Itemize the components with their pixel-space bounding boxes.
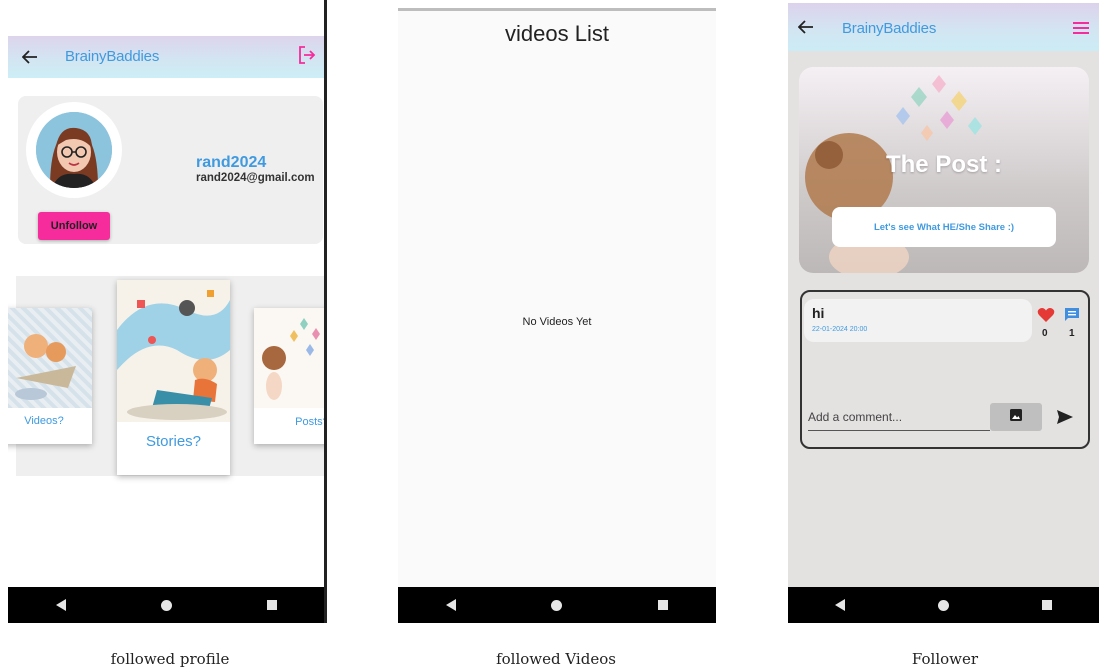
reply-count: 1: [1069, 328, 1075, 339]
comment-date: 22-01-2024 20:00: [812, 326, 868, 333]
caption-followed-videos: followed Videos: [496, 650, 616, 668]
avatar: [26, 102, 122, 198]
page-title: videos List: [505, 21, 609, 46]
followed-videos-screen: videos List No Videos Yet: [398, 8, 716, 623]
nav-back-icon[interactable]: [55, 599, 66, 611]
carousel-card-videos[interactable]: Videos?: [8, 308, 92, 444]
attach-image-button[interactable]: [990, 403, 1042, 431]
app-brand-title: BrainyBaddies: [842, 20, 937, 37]
nav-home-icon[interactable]: [551, 599, 563, 611]
category-carousel: Videos? Stories? Posts?: [8, 276, 327, 476]
comment-input[interactable]: Add a comment...: [808, 405, 990, 431]
logout-icon[interactable]: [295, 42, 319, 68]
back-arrow-icon[interactable]: [18, 45, 42, 69]
caption-follower: Follower: [911, 650, 979, 668]
nav-recent-apps-icon[interactable]: [266, 600, 277, 610]
app-brand-title: BrainyBaddies: [65, 48, 160, 65]
profile-email: rand2024@gmail.com: [196, 172, 315, 184]
post-card: The Post : Let's see What HE/She Share :…: [799, 67, 1089, 273]
post-title: The Post :: [885, 151, 1002, 178]
nav-back-icon[interactable]: [445, 599, 456, 611]
profile-username: rand2024: [196, 154, 267, 171]
app-bar: BrainyBaddies: [788, 3, 1099, 51]
back-arrow-icon[interactable]: [794, 15, 818, 39]
system-nav-bar: [398, 587, 716, 623]
carousel-card-stories[interactable]: Stories?: [117, 280, 230, 475]
unfollow-button[interactable]: Unfollow: [38, 212, 110, 240]
nav-recent-apps-icon[interactable]: [1042, 600, 1053, 610]
nav-recent-apps-icon[interactable]: [658, 600, 669, 610]
system-nav-bar: [788, 587, 1099, 623]
image-icon: [1010, 408, 1022, 426]
comment-icon[interactable]: [1062, 305, 1082, 325]
carousel-card-posts[interactable]: Posts?: [254, 308, 327, 444]
heart-icon[interactable]: [1036, 306, 1056, 324]
stories-illustration: [117, 280, 230, 422]
nav-home-icon[interactable]: [937, 599, 949, 611]
carousel-card-label: Videos?: [24, 415, 64, 427]
caption-followed-profile: followed profile: [110, 650, 230, 668]
profile-card: rand2024 rand2024@gmail.com Unfollow: [18, 96, 323, 244]
comment-item: hi 22-01-2024 20:00: [804, 299, 1032, 342]
send-icon[interactable]: [1054, 406, 1076, 428]
see-post-button[interactable]: Let's see What HE/She Share :): [832, 207, 1056, 247]
system-nav-bar: [8, 587, 324, 623]
nav-home-icon[interactable]: [160, 599, 172, 611]
carousel-card-label: Stories?: [145, 433, 202, 450]
comment-text: hi: [812, 305, 825, 321]
videos-illustration: [8, 308, 92, 408]
follower-screen: BrainyBaddies The Post : Let's see What …: [788, 3, 1099, 623]
followed-profile-screen: BrainyBaddies rand2024 rand2024@gmail.co…: [8, 0, 327, 623]
empty-state-message: No Videos Yet: [522, 316, 592, 328]
comments-section: hi 22-01-2024 20:00 0 1 Add a comment...: [800, 290, 1090, 449]
nav-back-icon[interactable]: [834, 599, 845, 611]
posts-illustration: [254, 308, 324, 408]
carousel-card-label: Posts?: [295, 416, 327, 428]
hamburger-menu-icon[interactable]: [1070, 17, 1092, 39]
like-count: 0: [1042, 328, 1048, 339]
app-bar: BrainyBaddies: [8, 36, 324, 78]
